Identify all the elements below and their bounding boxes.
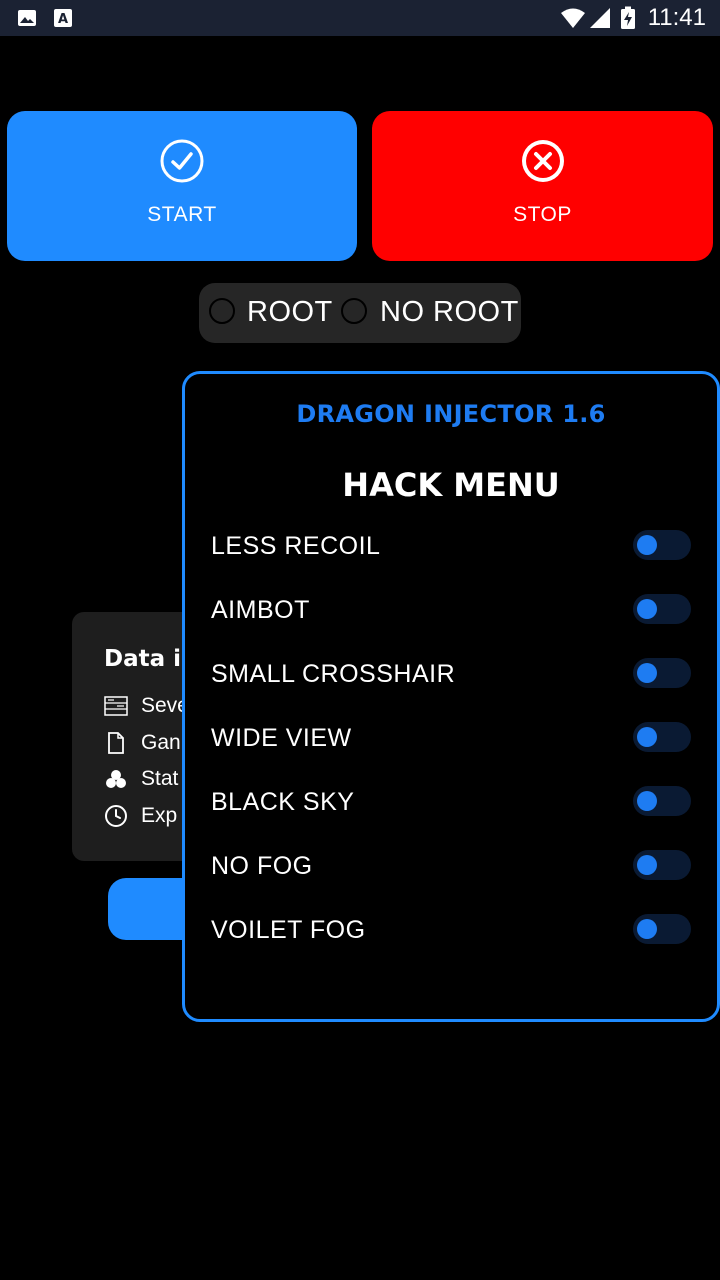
root-mode-selector: ROOT NO ROOT: [199, 283, 521, 343]
toggle-knob: [637, 727, 657, 747]
hack-menu-panel: DRAGON INJECTOR 1.6 HACK MENU LESS RECOI…: [182, 371, 720, 1022]
check-circle-icon: [160, 139, 204, 183]
black-sky-toggle[interactable]: [633, 786, 691, 816]
server-icon: [104, 696, 128, 716]
root-radio[interactable]: [209, 298, 235, 324]
toggle-knob: [637, 663, 657, 683]
clock-icon: [105, 805, 127, 827]
no-root-label[interactable]: NO ROOT: [380, 296, 519, 329]
menu-item-small-crosshair: SMALL CROSSHAIR: [185, 656, 717, 696]
info-game-text: Gan: [141, 731, 181, 754]
menu-item-label: NO FOG: [211, 852, 313, 880]
menu-item-black-sky: BLACK SKY: [185, 784, 717, 824]
toggle-knob: [637, 535, 657, 555]
status-bar: A 11:41: [0, 0, 720, 36]
menu-item-label: VOILET FOG: [211, 916, 366, 944]
root-label[interactable]: ROOT: [247, 296, 333, 329]
menu-item-label: SMALL CROSSHAIR: [211, 660, 456, 688]
menu-item-label: LESS RECOIL: [211, 532, 381, 560]
toggle-knob: [637, 791, 657, 811]
no-root-radio[interactable]: [341, 298, 367, 324]
no-fog-toggle[interactable]: [633, 850, 691, 880]
font-icon: A: [54, 9, 72, 27]
image-icon: [18, 10, 36, 26]
menu-item-no-fog: NO FOG: [185, 848, 717, 888]
voilet-fog-toggle[interactable]: [633, 914, 691, 944]
status-icon: [106, 770, 126, 788]
menu-heading: HACK MENU: [342, 466, 560, 504]
svg-text:A: A: [58, 12, 68, 27]
less-recoil-toggle[interactable]: [633, 530, 691, 560]
file-icon: [108, 732, 124, 754]
start-button[interactable]: START: [7, 111, 357, 261]
menu-item-label: WIDE VIEW: [211, 724, 352, 752]
menu-item-wide-view: WIDE VIEW: [185, 720, 717, 760]
info-status-text: Stat: [141, 767, 179, 790]
menu-item-aimbot: AIMBOT: [185, 592, 717, 632]
menu-item-less-recoil: LESS RECOIL: [185, 528, 717, 568]
start-label: START: [147, 203, 217, 226]
info-expiry-text: Exp: [141, 804, 178, 827]
menu-item-label: BLACK SKY: [211, 788, 355, 816]
toggle-knob: [637, 919, 657, 939]
menu-item-voilet-fog: VOILET FOG: [185, 912, 717, 952]
small-crosshair-toggle[interactable]: [633, 658, 691, 688]
clock-time: 11:41: [647, 4, 706, 31]
toggle-knob: [637, 855, 657, 875]
app-title: DRAGON INJECTOR 1.6: [296, 400, 606, 428]
info-card-title: Data i: [104, 646, 182, 672]
wide-view-toggle[interactable]: [633, 722, 691, 752]
stop-label: STOP: [513, 203, 572, 226]
signal-icon: [590, 8, 610, 28]
aimbot-toggle[interactable]: [633, 594, 691, 624]
toggle-knob: [637, 599, 657, 619]
battery-charging-icon: [621, 6, 635, 29]
stop-button[interactable]: STOP: [372, 111, 713, 261]
close-circle-icon: [521, 140, 564, 182]
menu-item-label: AIMBOT: [211, 596, 310, 624]
wifi-icon: [561, 8, 585, 28]
